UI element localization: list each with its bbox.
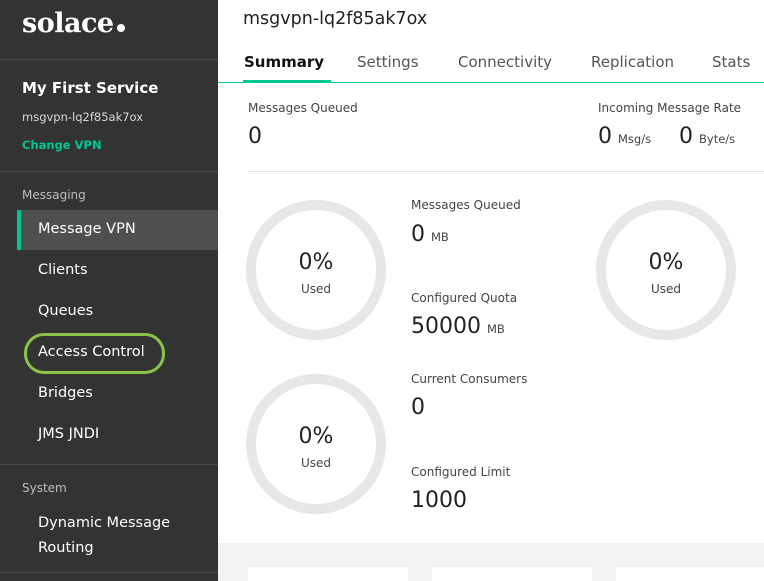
secondary-usage-gauge: 0% Used <box>596 200 736 340</box>
configured-limit-value: 1000 <box>411 488 467 513</box>
incoming-msg-unit: Msg/s <box>618 132 652 146</box>
sidebar-item-message-vpn[interactable]: Message VPN <box>38 221 136 237</box>
change-vpn-link[interactable]: Change VPN <box>22 138 102 152</box>
incoming-byte-rate: 0 Byte/s <box>679 124 735 149</box>
secondary-usage-percent: 0% <box>648 250 684 275</box>
sidebar-item-jms-jndi[interactable]: JMS JNDI <box>38 426 99 442</box>
incoming-msg-rate: 0 Msg/s <box>598 124 651 149</box>
section-divider <box>248 171 764 172</box>
sidebar-item-label: Routing <box>38 540 94 556</box>
sidebar-divider <box>0 171 218 172</box>
configured-quota-label: Configured Quota <box>411 291 518 305</box>
consumers-usage-used-label: Used <box>300 456 332 470</box>
consumers-usage-gauge: 0% Used <box>246 374 386 514</box>
messaging-section-label: Messaging <box>22 188 86 202</box>
page-title: msgvpn-lq2f85ak7ox <box>243 9 428 29</box>
tab-replication[interactable]: Replication <box>591 53 674 71</box>
incoming-msg-value: 0 <box>598 124 612 149</box>
configured-limit-label: Configured Limit <box>411 465 511 479</box>
secondary-usage-used-label: Used <box>650 282 682 296</box>
sidebar-item-dynamic-message-routing[interactable]: Dynamic Message Routing <box>38 511 170 561</box>
storage-usage-percent: 0% <box>298 250 334 275</box>
configured-quota-value: 50000 <box>411 314 481 339</box>
storage-queued-value: 0 <box>411 222 425 247</box>
sidebar-divider <box>0 59 218 60</box>
sidebar: solace My First Service msgvpn-lq2f85ak7… <box>0 0 218 581</box>
current-consumers-label: Current Consumers <box>411 372 528 386</box>
consumers-usage-percent: 0% <box>298 424 334 449</box>
configured-quota: 50000 MB <box>411 314 505 339</box>
storage-usage-used-label: Used <box>300 282 332 296</box>
bottom-card <box>616 567 764 581</box>
service-name: My First Service <box>22 79 159 97</box>
solace-logo[interactable]: solace <box>22 8 125 39</box>
tab-summary[interactable]: Summary <box>244 53 324 71</box>
tab-settings[interactable]: Settings <box>357 53 419 71</box>
sidebar-item-queues[interactable]: Queues <box>38 303 93 319</box>
messages-queued-label: Messages Queued <box>248 101 358 115</box>
sidebar-item-clients[interactable]: Clients <box>38 262 88 278</box>
storage-usage-gauge: 0% Used <box>246 200 386 340</box>
incoming-message-rate-label: Incoming Message Rate <box>598 101 742 115</box>
incoming-byte-value: 0 <box>679 124 693 149</box>
storage-queued-unit: MB <box>431 230 449 244</box>
incoming-byte-unit: Byte/s <box>699 132 736 146</box>
sidebar-item-access-control[interactable]: Access Control <box>38 344 145 360</box>
bottom-card <box>432 567 592 581</box>
tab-connectivity[interactable]: Connectivity <box>458 53 552 71</box>
sidebar-item-bridges[interactable]: Bridges <box>38 385 93 401</box>
sidebar-divider <box>0 572 218 573</box>
service-vpn-name: msgvpn-lq2f85ak7ox <box>22 110 144 124</box>
bottom-card <box>248 567 408 581</box>
configured-quota-unit: MB <box>487 322 505 336</box>
storage-messages-queued-label: Messages Queued <box>411 198 521 212</box>
messages-queued-value: 0 <box>248 124 262 149</box>
logo-dot-icon <box>116 24 125 32</box>
system-section-label: System <box>22 481 67 495</box>
storage-messages-queued: 0 MB <box>411 222 449 247</box>
current-consumers-value: 0 <box>411 395 425 420</box>
active-tab-indicator <box>243 80 331 83</box>
sidebar-item-label: Dynamic Message <box>38 515 171 531</box>
sidebar-divider <box>0 464 218 465</box>
tab-stats[interactable]: Stats <box>712 53 750 71</box>
